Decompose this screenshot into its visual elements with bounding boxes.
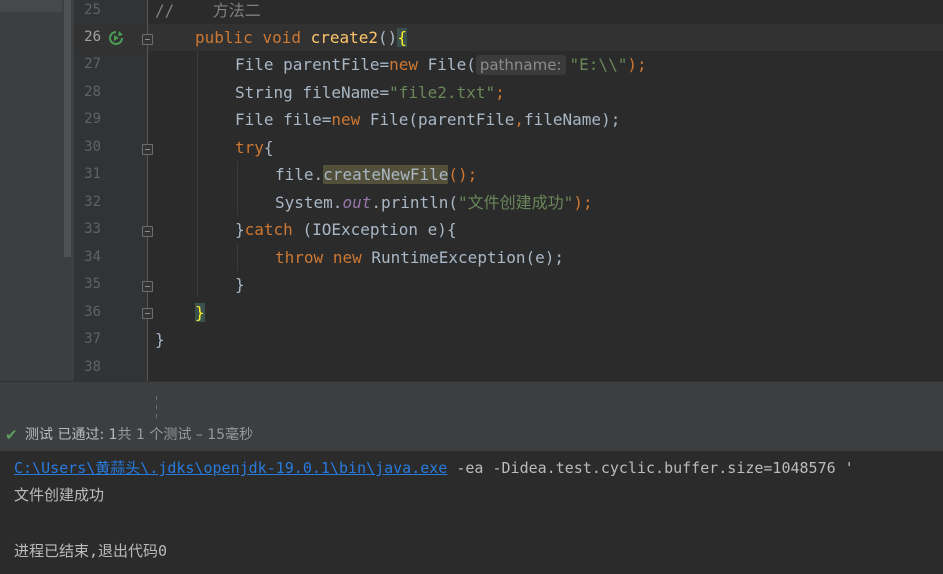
code-text: } (235, 275, 245, 294)
code-line: 33 }catch (IOException e){ (0, 216, 943, 243)
line-number: 27 (84, 56, 101, 72)
code-line: 30 try{ (0, 134, 943, 161)
code-line: 35 } (0, 271, 943, 298)
code-text: } (155, 330, 165, 349)
code-line: 29 File file=new File(parentFile,fileNam… (0, 106, 943, 133)
line-number: 26 (84, 29, 101, 45)
line-number: 35 (84, 276, 101, 292)
code-text: File file=new File(parentFile,fileName); (235, 110, 621, 129)
code-editor[interactable]: 25 // 方法二 26 public void create2(){ 27 F… (0, 0, 943, 381)
code-line: 37 } (0, 326, 943, 353)
code-line: 27 File parentFile=new File(pathname: "E:… (0, 51, 943, 78)
code-line: 25 // 方法二 (0, 0, 943, 24)
code-line: 26 public void create2(){ (0, 24, 943, 51)
code-text: System.out.println("文件创建成功"); (275, 193, 593, 212)
line-number: 33 (84, 221, 101, 237)
line-number: 32 (84, 194, 101, 210)
line-number: 31 (84, 166, 101, 182)
code-line: 28 String fileName="file2.txt"; (0, 79, 943, 106)
line-number: 36 (84, 304, 101, 320)
line-number: 28 (84, 84, 101, 100)
check-icon: ✔ (5, 426, 18, 444)
command-line: C:\Users\黄蒜头\.jdks\openjdk-19.0.1\bin\ja… (14, 459, 854, 477)
process-exit-message: 进程已结束,退出代码0 (14, 542, 168, 560)
code-text: public void create2(){ (195, 28, 407, 47)
console-output[interactable]: C:\Users\黄蒜头\.jdks\openjdk-19.0.1\bin\ja… (0, 452, 943, 574)
code-line: 32 System.out.println("文件创建成功"); (0, 189, 943, 216)
code-text: }catch (IOException e){ (235, 220, 457, 239)
line-number: 38 (84, 359, 101, 375)
program-output: 文件创建成功 (14, 486, 105, 504)
line-number: 34 (84, 249, 101, 265)
line-number: 29 (84, 111, 101, 127)
code-text: file.createNewFile(); (275, 165, 478, 184)
test-status-bar: ✔ 测试 已通过: 1共 1 个测试 – 15毫秒 (0, 421, 943, 452)
line-number: 30 (84, 139, 101, 155)
code-line: 34 throw new RuntimeException(e); (0, 244, 943, 271)
test-status-text: 测试 已通过: 1共 1 个测试 – 15毫秒 (25, 427, 254, 443)
drag-handle-icon[interactable] (155, 396, 158, 418)
code-text: File parentFile=new File(pathname: "E:\\"… (235, 55, 647, 75)
code-line: 38 (0, 354, 943, 381)
line-number: 25 (84, 2, 101, 18)
code-text: String fileName="file2.txt"; (235, 83, 505, 102)
java-path-link[interactable]: C:\Users\黄蒜头\.jdks\openjdk-19.0.1\bin\ja… (14, 459, 447, 477)
code-text: throw new RuntimeException(e); (275, 248, 565, 267)
code-line: 36 } (0, 299, 943, 326)
line-number: 37 (84, 331, 101, 347)
parameter-hint: pathname: (475, 55, 566, 75)
code-text: try{ (235, 138, 274, 157)
code-text: } (195, 303, 205, 322)
run-tool-window-toolbar (0, 381, 943, 422)
code-line: 31 file.createNewFile(); (0, 161, 943, 188)
code-text: // 方法二 (155, 1, 261, 20)
